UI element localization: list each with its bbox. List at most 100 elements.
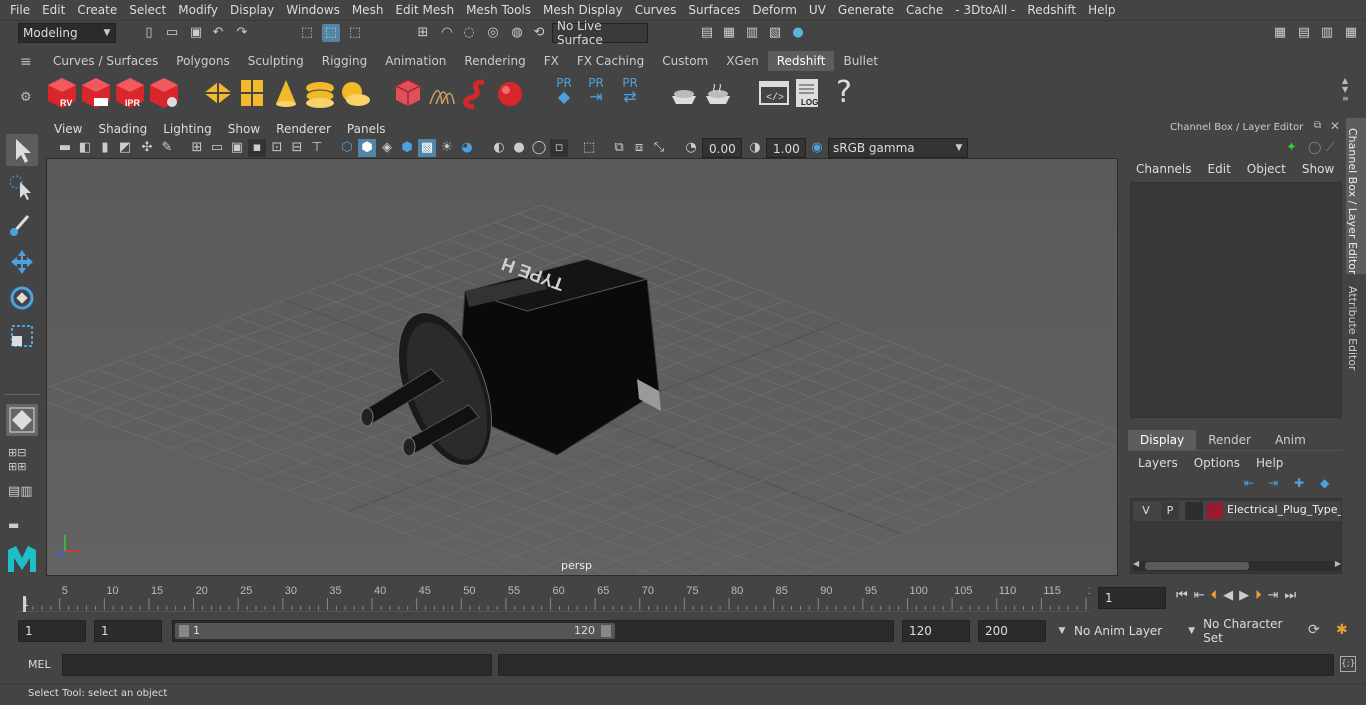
exposure-icon[interactable]: ◔ (682, 139, 700, 157)
resolution-gate-icon[interactable]: ▣ (228, 139, 246, 157)
redshift-bake-set-icon[interactable] (702, 76, 734, 110)
command-language-label[interactable]: MEL (28, 658, 51, 671)
menu-uv[interactable]: UV (803, 0, 832, 20)
viewport-menu-lighting[interactable]: Lighting (155, 122, 220, 136)
field-chart-icon[interactable]: ⊡ (268, 139, 286, 157)
scrollbar-thumb[interactable] (1145, 562, 1249, 570)
redshift-log-icon[interactable]: LOG (792, 76, 824, 110)
menu-generate[interactable]: Generate (832, 0, 900, 20)
shelf-menu-icon[interactable]: ≡ (20, 55, 36, 69)
color-management-icon[interactable]: ◉ (808, 139, 826, 157)
redshift-material-cube-icon[interactable] (392, 76, 424, 110)
channel-box-link-icon[interactable]: ⟋ (1326, 140, 1334, 155)
gamma-field[interactable]: 1.00 (766, 138, 806, 158)
menu-windows[interactable]: Windows (280, 0, 346, 20)
viewport-menu-renderer[interactable]: Renderer (268, 122, 339, 136)
layer-row[interactable]: V P Electrical_Plug_Type_H (1133, 501, 1341, 521)
lasso-tool-icon[interactable] (6, 172, 38, 204)
redshift-volume-icon[interactable] (236, 76, 268, 110)
plug-model[interactable]: TYPE H (360, 254, 661, 478)
script-editor-icon[interactable]: {;} (1340, 656, 1356, 672)
redshift-sphere-icon[interactable] (494, 76, 526, 110)
menu-mesh-display[interactable]: Mesh Display (537, 0, 629, 20)
wireframe-icon[interactable]: ⬡ (338, 139, 356, 157)
snap-grid-icon[interactable]: ⊞ (414, 24, 432, 42)
depth-of-field-icon[interactable]: ◯ (530, 139, 548, 157)
redshift-curve-icon[interactable] (460, 76, 492, 110)
channel-box-menu-show[interactable]: Show (1302, 162, 1334, 176)
step-back-key-icon[interactable]: ⏴ (1211, 588, 1218, 603)
bookmark-icon[interactable]: ▮ (96, 139, 114, 157)
shelf-tab-animation[interactable]: Animation (376, 51, 455, 71)
time-ruler[interactable]: 5 10 15 20 25 30 35 40 45 50 55 60 65 70 75 80 85 90 95 100… (18, 582, 1100, 612)
gamma-icon[interactable]: ◑ (746, 139, 764, 157)
image-plane-icon[interactable]: ◩ (116, 139, 134, 157)
snap-surface-icon[interactable]: ◍ (508, 24, 526, 42)
shelf-tab-fx-caching[interactable]: FX Caching (568, 51, 653, 71)
backface-icon[interactable]: ⤡ (650, 139, 668, 157)
menu-file[interactable]: File (4, 0, 36, 20)
toggle-panel-icon[interactable]: ▥ (1318, 24, 1336, 42)
snap-point-icon[interactable]: ◌ (460, 24, 478, 42)
layer-menu-options[interactable]: Options (1194, 456, 1240, 470)
2d-pan-zoom-icon[interactable]: ✣ (138, 139, 156, 157)
layer-tab-render[interactable]: Render (1196, 430, 1263, 450)
menu-mesh[interactable]: Mesh (346, 0, 390, 20)
shelf-tab-rigging[interactable]: Rigging (313, 51, 376, 71)
step-back-icon[interactable]: ⇤ (1194, 588, 1205, 603)
scene-start-field[interactable]: 1 (18, 620, 86, 642)
scroll-left-icon[interactable]: ◀ (1133, 559, 1139, 568)
open-scene-icon[interactable]: ▭ (163, 24, 181, 42)
xray-joints-icon[interactable]: ⧉ (610, 139, 628, 157)
menu-3dtoall[interactable]: - 3DtoAll - (949, 0, 1021, 20)
xray-active-icon[interactable]: ⧈ (630, 139, 648, 157)
shelf-tab-curves-surfaces[interactable]: Curves / Surfaces (44, 51, 167, 71)
range-slider-handle[interactable]: 1 120 (175, 623, 615, 639)
layout-icon[interactable]: ▤ (1295, 24, 1313, 42)
redshift-render-view-icon[interactable]: RV (46, 76, 78, 110)
side-tab-attribute-editor[interactable]: Attribute Editor (1346, 280, 1366, 380)
side-tab-channel-box[interactable]: Channel Box / Layer Editor (1346, 118, 1366, 275)
soft-select-icon[interactable] (6, 404, 38, 436)
redshift-render-settings-icon[interactable] (148, 76, 180, 110)
play-backward-icon[interactable]: ◀ (1223, 588, 1233, 603)
exposure-field[interactable]: 0.00 (702, 138, 742, 158)
scene-end-field[interactable]: 200 (978, 620, 1046, 642)
anti-alias-icon[interactable]: ● (510, 139, 528, 157)
select-component-icon[interactable]: ⬚ (346, 24, 364, 42)
viewport-menu-show[interactable]: Show (220, 122, 268, 136)
viewport-menu-view[interactable]: View (46, 122, 90, 136)
select-tool-icon[interactable] (6, 134, 38, 166)
close-panel-icon[interactable]: ✕ (1330, 119, 1340, 133)
redshift-sun-sky-icon[interactable] (338, 76, 370, 110)
menu-cache[interactable]: Cache (900, 0, 949, 20)
snap-live-icon[interactable]: ⟲ (530, 24, 548, 42)
menu-mesh-tools[interactable]: Mesh Tools (460, 0, 537, 20)
playback-end-field[interactable]: 120 (902, 620, 970, 642)
menu-deform[interactable]: Deform (746, 0, 803, 20)
channel-box-toggle-icon[interactable]: ▦ (1342, 24, 1360, 42)
select-hierarchy-icon[interactable]: ⬚ (298, 24, 316, 42)
layout-side-icon[interactable]: ▤▥ (8, 484, 36, 508)
hypershade-icon[interactable]: ● (789, 24, 807, 42)
shelf-tab-redshift[interactable]: Redshift (767, 51, 835, 71)
paint-select-tool-icon[interactable] (6, 208, 38, 240)
menu-modify[interactable]: Modify (172, 0, 224, 20)
step-forward-key-icon[interactable]: ⏵ (1255, 588, 1262, 603)
workspace-icon[interactable]: ▦ (1271, 24, 1289, 42)
layer-tab-anim[interactable]: Anim (1263, 430, 1318, 450)
redshift-proxy-icon[interactable] (202, 76, 234, 110)
render-settings-icon[interactable]: ▧ (766, 24, 784, 42)
channel-box-menu-object[interactable]: Object (1247, 162, 1286, 176)
use-all-lights-icon[interactable]: ▩ (418, 139, 436, 157)
channel-box-menu-channels[interactable]: Channels (1136, 162, 1192, 176)
save-scene-icon[interactable]: ▣ (187, 24, 205, 42)
shadows-icon[interactable]: ☀ (438, 139, 456, 157)
shelf-tab-xgen[interactable]: XGen (717, 51, 768, 71)
menu-redshift[interactable]: Redshift (1021, 0, 1082, 20)
channel-box-menu-edit[interactable]: Edit (1208, 162, 1231, 176)
menu-curves[interactable]: Curves (629, 0, 683, 20)
safe-title-icon[interactable]: ⊤ (308, 139, 326, 157)
float-panel-icon[interactable]: ⧉ (1314, 120, 1321, 131)
layer-playback-toggle[interactable]: P (1161, 502, 1179, 520)
